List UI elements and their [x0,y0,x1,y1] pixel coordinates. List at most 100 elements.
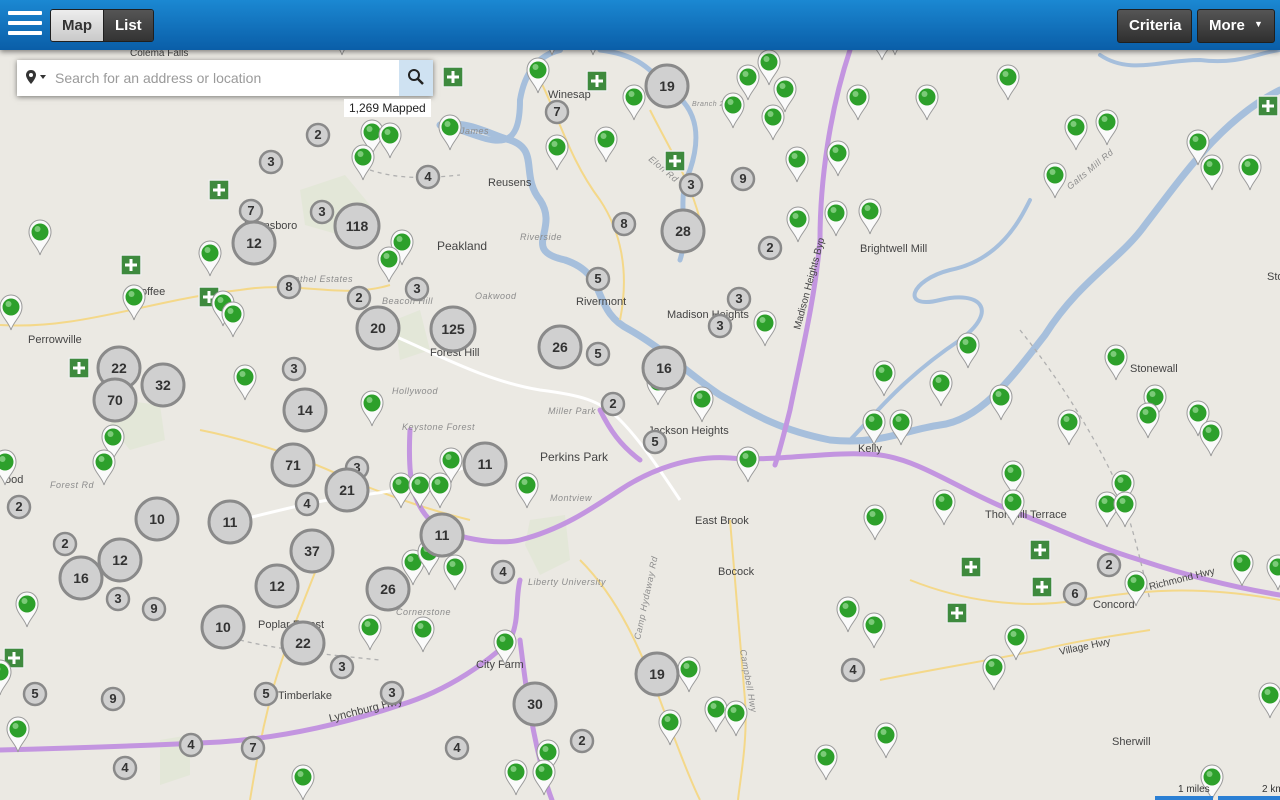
listing-pin-icon[interactable] [824,200,848,237]
cluster-marker[interactable]: 5 [585,341,611,367]
listing-pin-icon[interactable] [836,596,860,633]
listing-pin-icon[interactable] [1057,409,1081,446]
listing-pin-icon[interactable] [1095,491,1119,528]
cluster-marker[interactable]: 16 [58,555,104,601]
cluster-marker[interactable]: 3 [105,586,131,612]
listing-pin-icon[interactable] [504,759,528,796]
cluster-marker[interactable]: 28 [660,208,706,254]
cluster-marker[interactable]: 7 [238,198,264,224]
cluster-marker[interactable]: 2 [52,531,78,557]
listing-pin-icon[interactable] [291,764,315,800]
listing-pin-icon[interactable] [0,659,12,696]
cluster-marker[interactable]: 3 [678,172,704,198]
listing-pin-icon[interactable] [1230,550,1254,587]
listing-pin-icon[interactable] [690,386,714,423]
cluster-marker[interactable]: 3 [258,149,284,175]
cluster-marker[interactable]: 12 [254,563,300,609]
listing-pin-icon[interactable] [786,206,810,243]
plus-icon[interactable] [1257,95,1279,117]
cluster-marker[interactable]: 2 [569,728,595,754]
listing-pin-icon[interactable] [721,92,745,129]
listing-pin-icon[interactable] [658,709,682,746]
listing-pin-icon[interactable] [915,84,939,121]
cluster-marker[interactable]: 5 [642,429,668,455]
listing-pin-icon[interactable] [532,759,556,796]
cluster-marker[interactable]: 9 [100,686,126,712]
listing-pin-icon[interactable] [15,591,39,628]
cluster-marker[interactable]: 32 [140,362,186,408]
listing-pin-icon[interactable] [996,64,1020,101]
listing-pin-icon[interactable] [704,696,728,733]
cluster-marker[interactable]: 6 [1062,581,1088,607]
listing-pin-icon[interactable] [989,384,1013,421]
listing-pin-icon[interactable] [358,614,382,651]
cluster-marker[interactable]: 12 [97,537,143,583]
listing-pin-icon[interactable] [545,134,569,171]
cluster-marker[interactable]: 3 [281,356,307,382]
listing-pin-icon[interactable] [858,198,882,235]
cluster-marker[interactable]: 16 [641,345,687,391]
cluster-marker[interactable]: 22 [280,620,326,666]
cluster-marker[interactable]: 11 [419,512,465,558]
cluster-marker[interactable]: 2 [305,122,331,148]
cluster-marker[interactable]: 7 [544,99,570,125]
listing-pin-icon[interactable] [28,219,52,256]
listing-pin-icon[interactable] [1266,554,1280,591]
listing-pin-icon[interactable] [761,104,785,141]
cluster-marker[interactable]: 4 [415,164,441,190]
cluster-marker[interactable]: 125 [429,305,477,353]
listing-pin-icon[interactable] [526,57,550,94]
cluster-marker[interactable]: 30 [512,681,558,727]
listing-pin-icon[interactable] [622,84,646,121]
listing-pin-icon[interactable] [736,64,760,101]
cluster-marker[interactable]: 3 [404,276,430,302]
cluster-marker[interactable]: 2 [757,235,783,261]
plus-icon[interactable] [664,150,686,172]
listing-pin-icon[interactable] [1064,114,1088,151]
listing-pin-icon[interactable] [378,122,402,159]
cluster-marker[interactable]: 5 [585,266,611,292]
listing-pin-icon[interactable] [724,700,748,737]
cluster-marker[interactable]: 10 [200,604,246,650]
search-input[interactable] [55,64,395,92]
listing-pin-icon[interactable] [6,716,30,753]
cluster-marker[interactable]: 4 [444,735,470,761]
listing-pin-icon[interactable] [757,49,781,86]
cluster-marker[interactable]: 4 [490,559,516,585]
search-button[interactable] [399,60,433,96]
listing-pin-icon[interactable] [1238,154,1262,191]
listing-pin-icon[interactable] [1104,344,1128,381]
cluster-marker[interactable]: 2 [6,494,32,520]
listing-pin-icon[interactable] [443,554,467,591]
cluster-marker[interactable]: 8 [276,274,302,300]
cluster-marker[interactable]: 2 [346,285,372,311]
cluster-marker[interactable]: 2 [1096,552,1122,578]
listing-pin-icon[interactable] [863,504,887,541]
cluster-marker[interactable]: 8 [611,211,637,237]
cluster-marker[interactable]: 4 [840,657,866,683]
cluster-marker[interactable]: 5 [22,681,48,707]
listing-pin-icon[interactable] [874,722,898,759]
cluster-marker[interactable]: 7 [240,735,266,761]
listing-pin-icon[interactable] [814,744,838,781]
plus-icon[interactable] [68,357,90,379]
listing-pin-icon[interactable] [594,126,618,163]
listing-pin-icon[interactable] [438,114,462,151]
cluster-marker[interactable]: 10 [134,496,180,542]
map-marker-icon[interactable] [25,69,49,87]
cluster-marker[interactable]: 3 [707,313,733,339]
cluster-marker[interactable]: 26 [537,324,583,370]
cluster-marker[interactable]: 9 [730,166,756,192]
plus-icon[interactable] [120,254,142,276]
listing-pin-icon[interactable] [932,489,956,526]
listing-pin-icon[interactable] [1113,491,1137,528]
listing-pin-icon[interactable] [360,390,384,427]
listing-pin-icon[interactable] [221,301,245,338]
cluster-marker[interactable]: 3 [309,199,335,225]
hamburger-icon[interactable] [8,11,42,39]
cluster-marker[interactable]: 11 [207,499,253,545]
listing-pin-icon[interactable] [233,364,257,401]
plus-icon[interactable] [208,179,230,201]
cluster-marker[interactable]: 14 [282,387,328,433]
more-button[interactable]: More ▼ [1197,9,1275,43]
